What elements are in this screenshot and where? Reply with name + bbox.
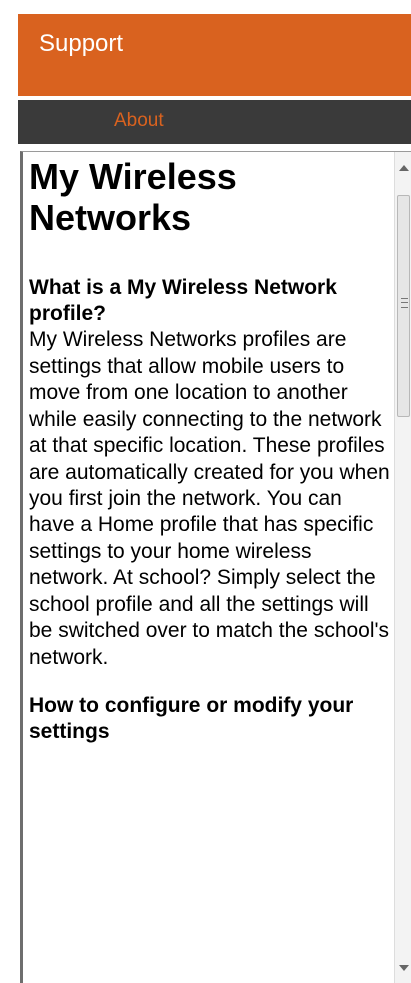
scroll-down-arrow-icon[interactable] xyxy=(399,965,409,971)
section-text-profile: My Wireless Networks profiles are settin… xyxy=(29,328,390,669)
scrollbar-thumb[interactable] xyxy=(397,195,410,417)
page-header-title: Support xyxy=(39,30,124,57)
about-link[interactable]: About xyxy=(114,111,164,130)
content-panel[interactable]: My Wireless Networks What is a My Wirele… xyxy=(20,151,411,983)
grip-icon xyxy=(401,298,408,308)
app-frame: Support About My Wireless Networks What … xyxy=(0,0,411,983)
scroll-up-arrow-icon[interactable] xyxy=(399,165,409,171)
vertical-scrollbar[interactable] xyxy=(394,152,411,983)
article-title: My Wireless Networks xyxy=(29,156,237,239)
header-bar: Support xyxy=(18,14,411,96)
navigation-bar: About xyxy=(18,100,411,144)
article-content: My Wireless Networks What is a My Wirele… xyxy=(29,156,393,746)
section-heading-configure: How to configure or modify your settings xyxy=(29,694,354,744)
section-heading-profile: What is a My Wireless Network profile? xyxy=(29,275,337,326)
